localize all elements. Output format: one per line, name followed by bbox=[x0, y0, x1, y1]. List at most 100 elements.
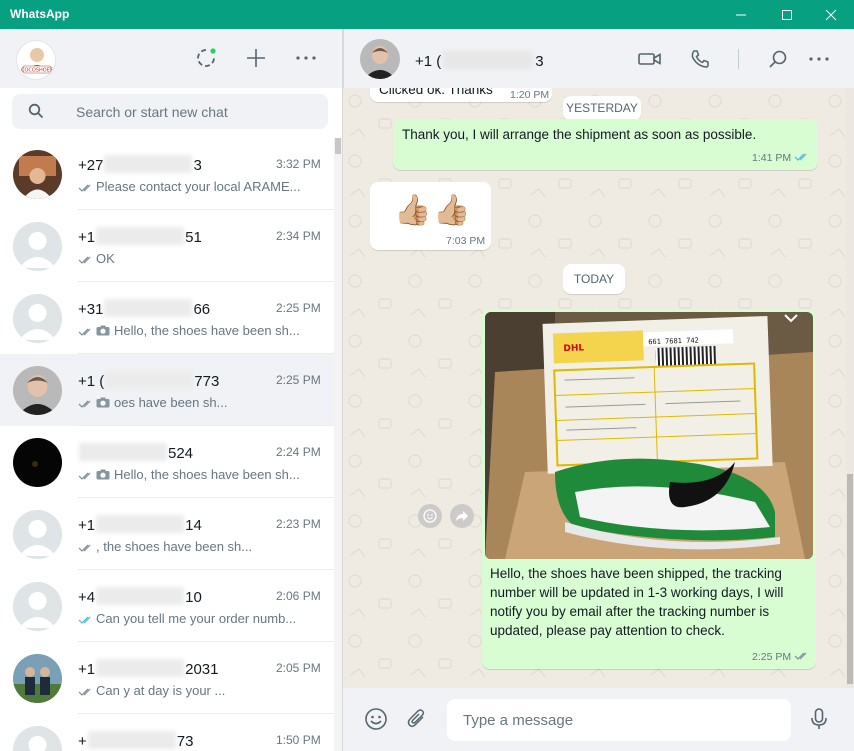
date-chip: TODAY bbox=[563, 264, 625, 294]
message-meta: 1:41 PM bbox=[752, 152, 810, 164]
chat-time: 2:25 PM bbox=[276, 373, 321, 387]
chat-avatar bbox=[13, 294, 62, 343]
contact-name: +1 (3 bbox=[415, 51, 544, 70]
chat-list: +27 3 3:32 PM Please contact your local ARA… bbox=[0, 138, 334, 751]
new-chat-icon[interactable] bbox=[243, 45, 269, 71]
photo-icon bbox=[96, 469, 110, 480]
chat-avatar bbox=[13, 438, 62, 487]
composer bbox=[343, 688, 854, 751]
message-time: 7:03 PM bbox=[446, 235, 486, 247]
sidebar-header: COCOSHOES bbox=[0, 29, 342, 88]
chat-time: 3:32 PM bbox=[276, 157, 321, 171]
message-input[interactable] bbox=[463, 710, 773, 730]
chat-preview: oes have been sh... bbox=[78, 395, 318, 412]
conversation-header[interactable]: +1 (3 bbox=[343, 29, 854, 88]
shipment-photo[interactable]: 661 7681 742 DHL bbox=[485, 312, 813, 559]
close-button[interactable] bbox=[808, 0, 854, 29]
header-divider bbox=[738, 49, 739, 69]
message-status-ticks-icon bbox=[78, 472, 91, 480]
chat-preview: OK bbox=[78, 251, 318, 268]
message-status-ticks-icon bbox=[78, 256, 91, 264]
minimize-button[interactable] bbox=[718, 0, 764, 29]
chat-name: +1 14 bbox=[78, 515, 202, 534]
title-bar: WhatsApp bbox=[0, 0, 854, 29]
chat-list-item[interactable]: +1 51 2:34 PM OK bbox=[0, 210, 334, 282]
delivered-ticks-icon bbox=[794, 652, 807, 660]
chat-list-item[interactable]: +1 14 2:23 PM , the shoes have been sh... bbox=[0, 498, 334, 570]
search-input[interactable] bbox=[76, 102, 316, 122]
chat-name: +27 3 bbox=[78, 155, 202, 174]
chat-time: 2:23 PM bbox=[276, 517, 321, 531]
message-meta: 2:25 PM bbox=[752, 651, 810, 663]
chat-preview: Hello, the shoes have been sh... bbox=[78, 467, 318, 484]
message-status-ticks-icon bbox=[78, 688, 91, 696]
window-title: WhatsApp bbox=[10, 7, 70, 21]
message-input-box bbox=[447, 699, 791, 741]
video-call-icon[interactable] bbox=[637, 46, 663, 72]
close-icon bbox=[825, 9, 837, 20]
search-bar bbox=[0, 88, 342, 138]
minimize-icon bbox=[736, 14, 746, 15]
emoji-icon[interactable] bbox=[363, 706, 389, 732]
menu-icon[interactable] bbox=[806, 46, 832, 72]
chat-list-item[interactable]: +1 (773 2:25 PM oes have been sh... bbox=[0, 354, 334, 426]
contact-avatar[interactable] bbox=[360, 39, 400, 79]
chat-list-item[interactable]: +73 1:50 PM bbox=[0, 714, 334, 751]
chat-avatar bbox=[13, 222, 62, 271]
chat-list-item[interactable]: +1 2031 2:05 PM Can y at day is your ... bbox=[0, 642, 334, 714]
conversation-scrollbar[interactable] bbox=[846, 88, 854, 691]
forward-icon[interactable] bbox=[450, 504, 474, 528]
read-ticks-icon bbox=[794, 153, 807, 161]
my-avatar[interactable]: COCOSHOES bbox=[16, 40, 56, 80]
message-bubble-incoming[interactable]: 👍🏼👍🏼 7:03 PM bbox=[370, 182, 491, 250]
photo-icon bbox=[96, 397, 110, 408]
chat-list-item[interactable]: 524 2:24 PM Hello, the shoes have been sh.… bbox=[0, 426, 334, 498]
search-icon[interactable] bbox=[765, 46, 791, 72]
chat-list-item[interactable]: +4 10 2:06 PM Can you tell me your order nu… bbox=[0, 570, 334, 642]
chat-time: 2:25 PM bbox=[276, 301, 321, 315]
message-status-ticks-icon bbox=[78, 328, 91, 336]
status-icon[interactable] bbox=[193, 45, 219, 71]
chat-name: +1 2031 bbox=[78, 659, 219, 678]
message-status-ticks-icon bbox=[78, 544, 91, 552]
chat-name: +1 51 bbox=[78, 227, 202, 246]
chat-time: 2:34 PM bbox=[276, 229, 321, 243]
menu-icon[interactable] bbox=[293, 45, 319, 71]
voice-call-icon[interactable] bbox=[687, 46, 713, 72]
message-time: 1:20 PM bbox=[510, 89, 550, 101]
chat-name: +1 (773 bbox=[78, 371, 220, 390]
search-box bbox=[12, 94, 328, 129]
chat-name: +73 bbox=[78, 731, 194, 750]
chat-time: 2:24 PM bbox=[276, 445, 321, 459]
message-bubble-outgoing[interactable]: Thank you, I will arrange the shipment a… bbox=[393, 119, 818, 170]
chat-avatar bbox=[13, 366, 62, 415]
chat-avatar bbox=[13, 510, 62, 559]
message-text: Hello, the shoes have been shipped, the … bbox=[490, 566, 784, 638]
chat-preview: Can you tell me your order numb... bbox=[78, 611, 318, 628]
maximize-button[interactable] bbox=[764, 0, 810, 29]
chat-avatar bbox=[13, 150, 62, 199]
message-status-ticks-icon bbox=[78, 400, 91, 408]
chat-preview: Hello, the shoes have been sh... bbox=[78, 323, 318, 340]
message-list: Clicked ok. Thanks 1:20 PM YESTERDAY Tha… bbox=[343, 76, 846, 688]
photo-icon bbox=[96, 325, 110, 336]
image-message-bubble[interactable]: 661 7681 742 DHL Hello, the shoes have b… bbox=[482, 309, 816, 669]
chat-time: 1:50 PM bbox=[276, 733, 321, 747]
carrier-logo: DHL bbox=[563, 343, 584, 354]
react-emoji-icon[interactable] bbox=[418, 504, 442, 528]
attach-icon[interactable] bbox=[404, 706, 430, 732]
sidebar-scrollbar[interactable] bbox=[334, 138, 342, 751]
chat-name: +4 10 bbox=[78, 587, 202, 606]
search-icon bbox=[28, 103, 44, 124]
microphone-icon[interactable] bbox=[806, 706, 832, 732]
chat-avatar bbox=[13, 726, 62, 751]
chat-list-item[interactable]: +27 3 3:32 PM Please contact your local ARA… bbox=[0, 138, 334, 210]
chat-preview: Please contact your local ARAME... bbox=[78, 179, 318, 196]
maximize-icon bbox=[782, 9, 792, 20]
chat-time: 2:05 PM bbox=[276, 661, 321, 675]
chat-list-item[interactable]: +31 66 2:25 PM Hello, the shoes have been s… bbox=[0, 282, 334, 354]
chat-avatar bbox=[13, 654, 62, 703]
message-status-ticks-icon bbox=[78, 184, 91, 192]
chat-preview: Can y at day is your ... bbox=[78, 683, 318, 700]
chat-name: 524 bbox=[78, 443, 193, 462]
